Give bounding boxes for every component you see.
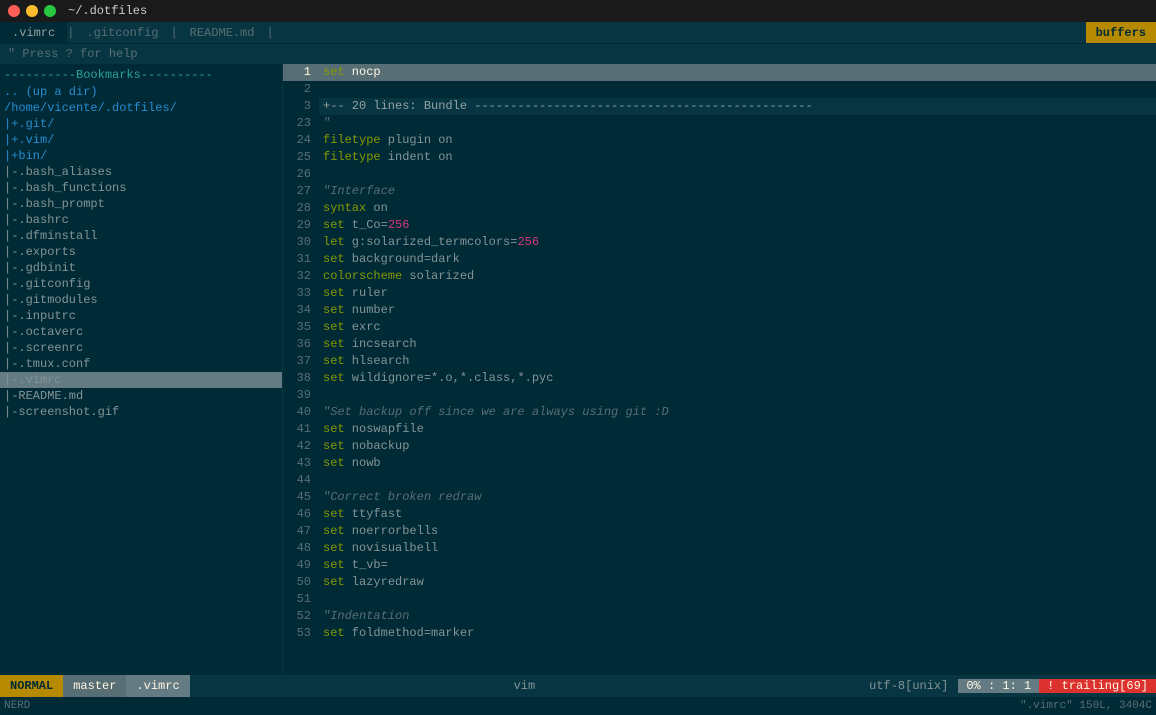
status-trailing: ! trailing[69] [1039, 679, 1156, 693]
code-line-26: 26 [283, 166, 1156, 183]
status-filetype: vim [514, 679, 536, 693]
sidebar-item-bash-prompt[interactable]: |-.bash_prompt [0, 196, 282, 212]
code-line-52: 52 "Indentation [283, 608, 1156, 625]
code-line-34: 34 set number [283, 302, 1156, 319]
code-line-40: 40 "Set backup off since we are always u… [283, 404, 1156, 421]
code-line-25: 25 filetype indent on [283, 149, 1156, 166]
code-line-31: 31 set background=dark [283, 251, 1156, 268]
sidebar-item-vim[interactable]: |+.vim/ [0, 132, 282, 148]
tab-gitconfig[interactable]: .gitconfig [74, 22, 170, 43]
tabbar: .vimrc | .gitconfig | README.md | buffer… [0, 22, 1156, 44]
code-line-32: 32 colorscheme solarized [283, 268, 1156, 285]
code-line-33: 33 set ruler [283, 285, 1156, 302]
code-line-43: 43 set nowb [283, 455, 1156, 472]
code-line-3: 3 +-- 20 lines: Bundle -----------------… [283, 98, 1156, 115]
status-right: utf-8[unix] 0% : 1 : 1 ! trailing[69] [859, 679, 1156, 693]
tab-separator-3: | [266, 26, 273, 40]
sidebar-item-octaverc[interactable]: |-.octaverc [0, 324, 282, 340]
sidebar-item-gdbinit[interactable]: |-.gdbinit [0, 260, 282, 276]
maximize-btn[interactable] [44, 5, 56, 17]
code-line-48: 48 set novisualbell [283, 540, 1156, 557]
tab-vimrc[interactable]: .vimrc [0, 22, 67, 43]
code-line-28: 28 syntax on [283, 200, 1156, 217]
code-line-50: 50 set lazyredraw [283, 574, 1156, 591]
sidebar-item-up[interactable]: .. (up a dir) [0, 84, 282, 100]
bookmarks-section: ----------Bookmarks---------- [0, 66, 282, 84]
sidebar-item-screenshot[interactable]: |-screenshot.gif [0, 404, 282, 420]
code-line-38: 38 set wildignore=*.o,*.class,*.pyc [283, 370, 1156, 387]
code-line-23: 23 " [283, 115, 1156, 132]
sidebar-item-bashrc[interactable]: |-.bashrc [0, 212, 282, 228]
status-percent: 0% : 1 : 1 [958, 679, 1039, 693]
editor-content: 1 set nocp 2 3 +-- 20 lines: Bundle ----… [283, 64, 1156, 675]
status-mode: NORMAL [0, 675, 63, 697]
titlebar: ~/.dotfiles [0, 0, 1156, 22]
code-line-2: 2 [283, 81, 1156, 98]
tab-separator-1: | [67, 26, 74, 40]
code-line-51: 51 [283, 591, 1156, 608]
status-branch: master [63, 675, 126, 697]
sidebar-item-dotfiles[interactable]: /home/vicente/.dotfiles/ [0, 100, 282, 116]
minimize-btn[interactable] [26, 5, 38, 17]
code-line-47: 47 set noerrorbells [283, 523, 1156, 540]
statusbar: NORMAL master .vimrc vim utf-8[unix] 0% … [0, 675, 1156, 697]
help-line: " Press ? for help [0, 44, 1156, 64]
tab-readme[interactable]: README.md [178, 22, 267, 43]
code-line-46: 46 set ttyfast [283, 506, 1156, 523]
code-line-24: 24 filetype plugin on [283, 132, 1156, 149]
code-line-30: 30 let g:solarized_termcolors=256 [283, 234, 1156, 251]
sidebar-item-screenrc[interactable]: |-.screenrc [0, 340, 282, 356]
buffers-button[interactable]: buffers [1086, 22, 1156, 43]
bottom-right: ".vimrc" 150L, 3404C [1020, 700, 1152, 712]
bottombar: NERD ".vimrc" 150L, 3404C [0, 697, 1156, 715]
sidebar-item-bash-aliases[interactable]: |-.bash_aliases [0, 164, 282, 180]
editor-area[interactable]: 1 set nocp 2 3 +-- 20 lines: Bundle ----… [283, 64, 1156, 675]
sidebar: ----------Bookmarks---------- .. (up a d… [0, 64, 283, 675]
main-content: ----------Bookmarks---------- .. (up a d… [0, 64, 1156, 675]
sidebar-item-bash-functions[interactable]: |-.bash_functions [0, 180, 282, 196]
sidebar-item-vimrc[interactable]: |-.vimrc [0, 372, 282, 388]
sidebar-item-bin[interactable]: |+bin/ [0, 148, 282, 164]
sidebar-item-exports[interactable]: |-.exports [0, 244, 282, 260]
window-title: ~/.dotfiles [68, 4, 147, 18]
sidebar-item-readme[interactable]: |-README.md [0, 388, 282, 404]
sidebar-item-inputrc[interactable]: |-.inputrc [0, 308, 282, 324]
code-line-36: 36 set incsearch [283, 336, 1156, 353]
code-line-45: 45 "Correct broken redraw [283, 489, 1156, 506]
status-encoding: utf-8[unix] [859, 679, 958, 693]
code-line-35: 35 set exrc [283, 319, 1156, 336]
code-line-1: 1 set nocp [283, 64, 1156, 81]
sidebar-item-dfminstall[interactable]: |-.dfminstall [0, 228, 282, 244]
code-line-42: 42 set nobackup [283, 438, 1156, 455]
sidebar-item-git[interactable]: |+.git/ [0, 116, 282, 132]
help-text: " Press ? for help [8, 47, 138, 61]
sidebar-item-tmux[interactable]: |-.tmux.conf [0, 356, 282, 372]
code-line-53: 53 set foldmethod=marker [283, 625, 1156, 642]
code-line-27: 27 "Interface [283, 183, 1156, 200]
sidebar-item-gitmodules[interactable]: |-.gitmodules [0, 292, 282, 308]
code-line-29: 29 set t_Co=256 [283, 217, 1156, 234]
code-line-44: 44 [283, 472, 1156, 489]
bottom-left: NERD [4, 700, 30, 712]
sidebar-item-gitconfig[interactable]: |-.gitconfig [0, 276, 282, 292]
code-line-37: 37 set hlsearch [283, 353, 1156, 370]
status-filename: .vimrc [126, 675, 189, 697]
code-line-49: 49 set t_vb= [283, 557, 1156, 574]
status-mid: vim [190, 679, 859, 693]
code-line-39: 39 [283, 387, 1156, 404]
code-line-41: 41 set noswapfile [283, 421, 1156, 438]
close-btn[interactable] [8, 5, 20, 17]
tab-separator-2: | [170, 26, 177, 40]
